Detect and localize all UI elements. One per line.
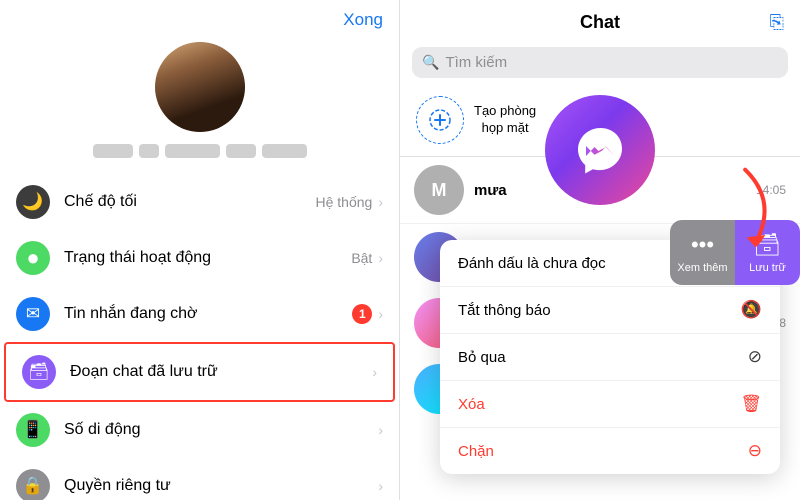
dark-mode-icon: 🌙	[16, 185, 50, 219]
name-block-2	[139, 144, 159, 158]
active-status-right: Bật ›	[351, 250, 383, 266]
dark-mode-right: Hệ thống ›	[316, 194, 384, 210]
ctx-icon-mute: 🔕	[741, 300, 762, 320]
ctx-icon-ignore: ⊘	[748, 347, 762, 367]
menu-item-privacy[interactable]: 🔒 Quyền riêng tư ›	[0, 458, 399, 500]
menu-item-phone[interactable]: 📱 Số di động ›	[0, 402, 399, 458]
archived-icon: 🗃	[22, 355, 56, 389]
archived-right: ›	[372, 364, 377, 380]
ctx-label-block: Chặn	[458, 443, 494, 460]
chevron-icon: ›	[378, 478, 383, 494]
create-room-label: Tạo phònghọp mặt	[474, 103, 536, 137]
avatar	[155, 42, 245, 132]
chevron-icon: ›	[378, 194, 383, 210]
chat-header: Chat ⎘	[400, 0, 800, 41]
chevron-icon: ›	[372, 364, 377, 380]
name-block-1	[93, 144, 133, 158]
dark-mode-value: Hệ thống	[316, 194, 373, 210]
phone-label: Số di động	[64, 421, 378, 439]
phone-right: ›	[378, 422, 383, 438]
chevron-icon: ›	[378, 250, 383, 266]
search-bar: 🔍 Tìm kiếm	[400, 41, 800, 88]
ctx-delete[interactable]: Xóa 🗑	[440, 381, 780, 428]
avatar-mua: M	[414, 165, 464, 215]
name-block-3	[165, 144, 220, 158]
avatar-image	[155, 42, 245, 132]
chevron-icon: ›	[378, 422, 383, 438]
ctx-icon-delete: 🗑	[740, 394, 762, 414]
privacy-icon: 🔒	[16, 469, 50, 500]
archive-label: Lưu trữ	[749, 262, 786, 274]
privacy-right: ›	[378, 478, 383, 494]
see-more-label: Xem thêm	[677, 262, 727, 274]
chevron-icon: ›	[378, 306, 383, 322]
name-block-5	[262, 144, 307, 158]
messenger-logo-area	[545, 95, 655, 205]
menu-item-active-status[interactable]: ● Trạng thái hoạt động Bật ›	[0, 230, 399, 286]
search-input-wrap[interactable]: 🔍 Tìm kiếm	[412, 47, 788, 78]
ctx-ignore[interactable]: Bỏ qua ⊘	[440, 334, 780, 381]
ctx-label-delete: Xóa	[458, 396, 485, 413]
pending-right: 1 ›	[352, 304, 383, 324]
menu-item-dark-mode[interactable]: 🌙 Chế độ tối Hệ thống ›	[0, 174, 399, 230]
pending-badge: 1	[352, 304, 372, 324]
edit-icon[interactable]: ⎘	[770, 12, 784, 33]
chat-title: Chat	[580, 12, 620, 33]
left-panel: Xong 🌙 Chế độ tối Hệ thống › ● Trạng thá…	[0, 0, 400, 500]
pending-label: Tin nhắn đang chờ	[64, 305, 352, 323]
phone-icon: 📱	[16, 413, 50, 447]
pending-icon: ✉	[16, 297, 50, 331]
ctx-label-ignore: Bỏ qua	[458, 349, 506, 366]
ctx-block[interactable]: Chặn ⊖	[440, 428, 780, 474]
dark-mode-label: Chế độ tối	[64, 193, 316, 211]
ctx-label-mute: Tắt thông báo	[458, 302, 551, 319]
ctx-mute[interactable]: Tắt thông báo 🔕	[440, 287, 780, 334]
active-status-value: Bật	[351, 250, 372, 266]
archived-label: Đoạn chat đã lưu trữ	[70, 363, 372, 381]
ctx-label-mark-unread: Đánh dấu là chưa đọc	[458, 255, 606, 272]
privacy-label: Quyền riêng tư	[64, 477, 378, 495]
search-icon: 🔍	[422, 54, 439, 71]
profile-section	[0, 34, 399, 174]
name-bar	[93, 144, 307, 158]
create-room-icon	[416, 96, 464, 144]
active-status-label: Trạng thái hoạt động	[64, 249, 351, 267]
ctx-icon-block: ⊖	[748, 441, 762, 461]
right-panel: Chat ⎘ 🔍 Tìm kiếm Tạo phònghọp mặt	[400, 0, 800, 500]
active-status-icon: ●	[16, 241, 50, 275]
done-button[interactable]: Xong	[343, 10, 383, 30]
menu-item-archived[interactable]: 🗃 Đoạn chat đã lưu trữ ›	[4, 342, 395, 402]
menu-list: 🌙 Chế độ tối Hệ thống › ● Trạng thái hoạ…	[0, 174, 399, 500]
search-placeholder: Tìm kiếm	[445, 54, 507, 71]
menu-item-pending[interactable]: ✉ Tin nhắn đang chờ 1 ›	[0, 286, 399, 342]
top-bar: Xong	[0, 0, 399, 34]
name-block-4	[226, 144, 256, 158]
messenger-logo	[545, 95, 655, 205]
